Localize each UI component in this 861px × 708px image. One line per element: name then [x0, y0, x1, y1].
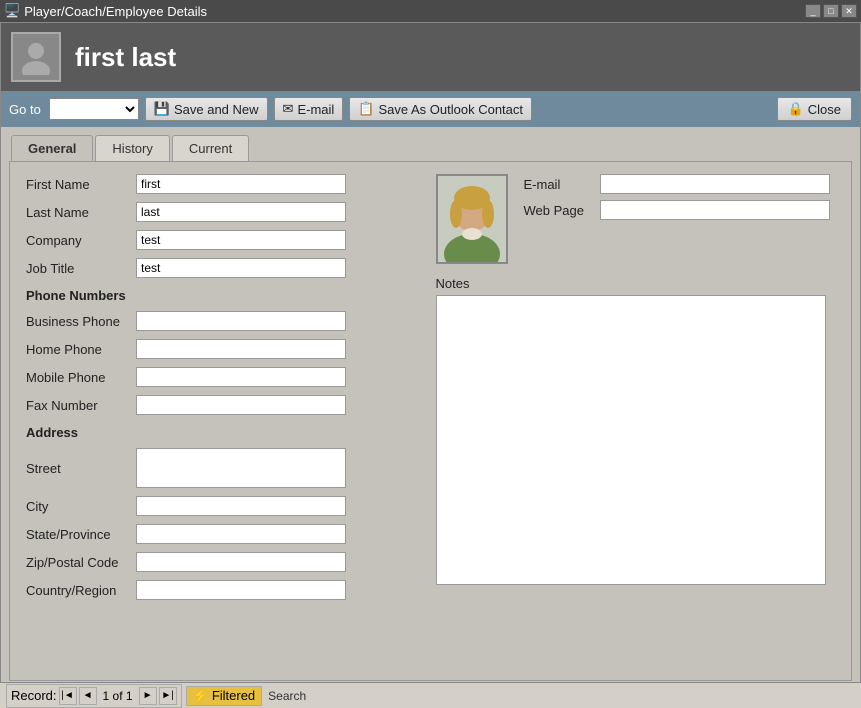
window-title: Player/Coach/Employee Details	[24, 4, 207, 19]
filtered-button[interactable]: ⚡ Filtered	[186, 686, 263, 706]
job-title-label: Job Title	[26, 261, 136, 276]
save-outlook-button[interactable]: 📋 Save As Outlook Contact	[349, 97, 532, 121]
title-bar: 🖥️ Player/Coach/Employee Details _ □ ✕	[0, 0, 861, 22]
record-navigator: Record: |◄ ◄ 1 of 1 ► ►|	[6, 684, 182, 708]
notes-textarea[interactable]	[436, 295, 826, 585]
first-name-input[interactable]	[136, 174, 346, 194]
person-photo-svg	[438, 176, 506, 262]
search-label: Search	[268, 689, 306, 703]
email-input[interactable]	[600, 174, 830, 194]
company-input[interactable]	[136, 230, 346, 250]
city-label: City	[26, 499, 136, 514]
first-name-label: First Name	[26, 177, 136, 192]
mobile-phone-label: Mobile Phone	[26, 370, 136, 385]
business-phone-input[interactable]	[136, 311, 346, 331]
record-info: 1 of 1	[99, 689, 137, 703]
notes-area: Notes	[436, 276, 826, 588]
goto-select[interactable]	[49, 98, 139, 120]
email-button[interactable]: ✉ E-mail	[274, 97, 344, 121]
email-icon: ✉	[283, 101, 294, 117]
filter-icon: ⚡	[193, 688, 209, 703]
tab-bar: General History Current	[1, 127, 860, 161]
fax-input[interactable]	[136, 395, 346, 415]
record-last-button[interactable]: ►|	[159, 687, 177, 705]
street-row: Street	[26, 448, 426, 488]
business-phone-row: Business Phone	[26, 311, 426, 331]
state-label: State/Province	[26, 527, 136, 542]
status-bar: Record: |◄ ◄ 1 of 1 ► ►| ⚡ Filtered Sear…	[0, 682, 861, 708]
goto-label: Go to	[9, 102, 41, 117]
company-row: Company	[26, 230, 426, 250]
save-and-new-button[interactable]: 💾 Save and New	[145, 97, 268, 121]
record-prev-button[interactable]: ◄	[79, 687, 97, 705]
state-row: State/Province	[26, 524, 426, 544]
tab-general[interactable]: General	[11, 135, 93, 161]
zip-row: Zip/Postal Code	[26, 552, 426, 572]
email-row: E-mail	[524, 174, 836, 194]
city-row: City	[26, 496, 426, 516]
mobile-phone-row: Mobile Phone	[26, 367, 426, 387]
form-panel: First Name Last Name Company Job Title P…	[9, 161, 852, 681]
record-next-button[interactable]: ►	[139, 687, 157, 705]
tab-history[interactable]: History	[95, 135, 169, 161]
zip-label: Zip/Postal Code	[26, 555, 136, 570]
web-page-label: Web Page	[524, 203, 594, 218]
home-phone-label: Home Phone	[26, 342, 136, 357]
street-label: Street	[26, 461, 136, 476]
first-name-row: First Name	[26, 174, 426, 194]
tab-current[interactable]: Current	[172, 135, 249, 161]
email-web-container: E-mail Web Page	[524, 174, 836, 272]
save-new-icon: 💾	[154, 101, 170, 117]
address-section-title: Address	[26, 425, 426, 440]
web-page-row: Web Page	[524, 200, 836, 220]
window-controls: _ □ ✕	[805, 4, 857, 18]
close-window-button[interactable]: ✕	[841, 4, 857, 18]
restore-button[interactable]: □	[823, 4, 839, 18]
business-phone-label: Business Phone	[26, 314, 136, 329]
home-phone-input[interactable]	[136, 339, 346, 359]
web-page-input[interactable]	[600, 200, 830, 220]
street-input[interactable]	[136, 448, 346, 488]
close-button[interactable]: 🔒 Close	[777, 97, 852, 121]
app-icon: 🖥️	[4, 3, 20, 19]
fax-row: Fax Number	[26, 395, 426, 415]
photo-box[interactable]	[436, 174, 508, 264]
minimize-button[interactable]: _	[805, 4, 821, 18]
record-first-button[interactable]: |◄	[59, 687, 77, 705]
header-name: first last	[75, 42, 176, 73]
home-phone-row: Home Phone	[26, 339, 426, 359]
last-name-input[interactable]	[136, 202, 346, 222]
form-left-col: First Name Last Name Company Job Title P…	[26, 174, 426, 608]
notes-label: Notes	[436, 276, 826, 291]
photo-container	[436, 174, 508, 272]
header-avatar	[11, 32, 61, 82]
country-input[interactable]	[136, 580, 346, 600]
state-input[interactable]	[136, 524, 346, 544]
city-input[interactable]	[136, 496, 346, 516]
outlook-icon: 📋	[358, 101, 374, 117]
main-window: first last Go to 💾 Save and New ✉ E-mail…	[0, 22, 861, 708]
header-bar: first last	[1, 23, 860, 91]
last-name-row: Last Name	[26, 202, 426, 222]
job-title-input[interactable]	[136, 258, 346, 278]
job-title-row: Job Title	[26, 258, 426, 278]
country-label: Country/Region	[26, 583, 136, 598]
country-row: Country/Region	[26, 580, 426, 600]
email-label: E-mail	[524, 177, 594, 192]
last-name-label: Last Name	[26, 205, 136, 220]
company-label: Company	[26, 233, 136, 248]
fax-label: Fax Number	[26, 398, 136, 413]
close-icon: 🔒	[788, 101, 804, 117]
mobile-phone-input[interactable]	[136, 367, 346, 387]
form-right-col: E-mail Web Page Notes	[436, 174, 836, 608]
phone-section-title: Phone Numbers	[26, 288, 426, 303]
zip-input[interactable]	[136, 552, 346, 572]
toolbar: Go to 💾 Save and New ✉ E-mail 📋 Save As …	[1, 91, 860, 127]
record-label: Record:	[11, 688, 57, 703]
